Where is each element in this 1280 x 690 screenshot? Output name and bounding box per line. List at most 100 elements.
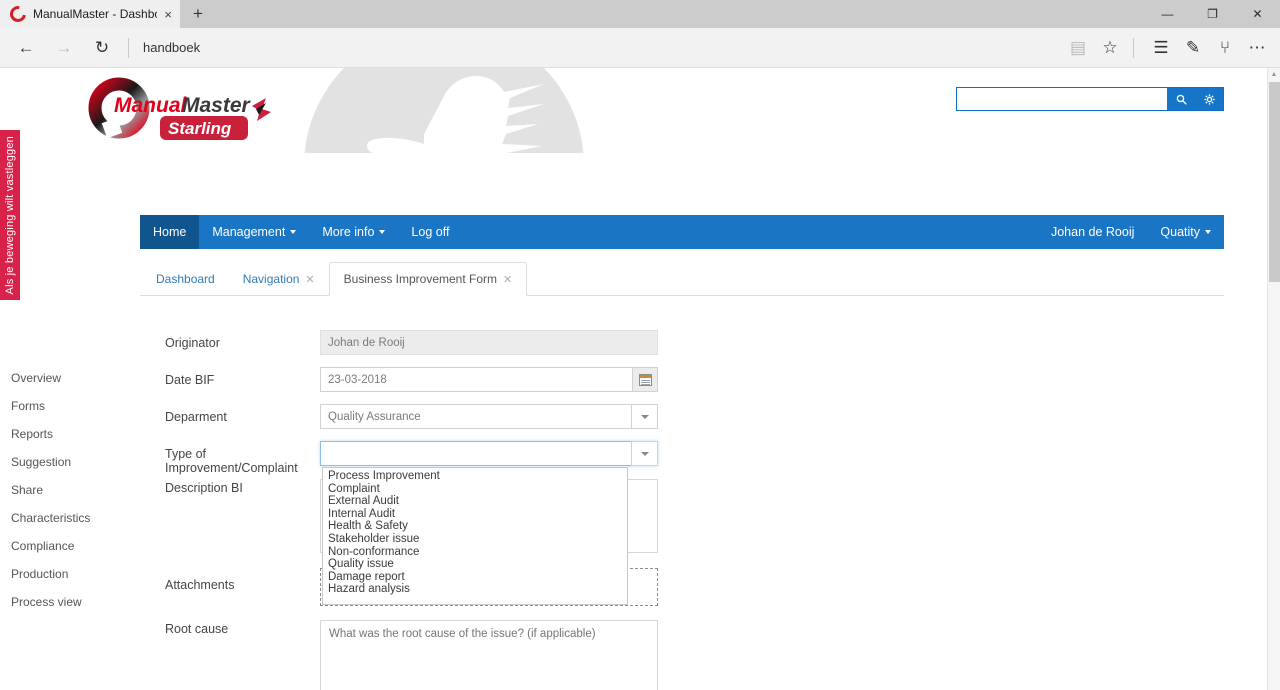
date-bif-input[interactable] [320, 367, 633, 392]
manualmaster-logo[interactable]: Manual Master Starling [86, 76, 296, 144]
site-header: Manual Master Starling [76, 68, 1224, 153]
sidebar-item-compliance-label: Compliance [11, 539, 75, 553]
dropdown-option[interactable]: Quality issue [323, 558, 627, 571]
chevron-down-icon-3 [1205, 230, 1211, 234]
nav-item-log-off-label: Log off [411, 225, 450, 239]
dropdown-option[interactable]: Process Improvement [323, 470, 627, 483]
nav-item-log-off[interactable]: Log off [398, 215, 462, 249]
dropdown-option[interactable]: Stakeholder issue [323, 533, 627, 546]
browser-tab[interactable]: ManualMaster - Dashbo × [0, 0, 180, 28]
sidebar-item-suggestion[interactable]: Suggestion [0, 448, 140, 476]
new-tab-button[interactable]: + [180, 0, 216, 28]
side-feedback-tab-label: Als je beweging wilt vastleggen [4, 135, 16, 295]
sidebar-item-overview[interactable]: Overview [0, 364, 140, 392]
dropdown-option[interactable]: Health & Safety [323, 520, 627, 533]
more-options-icon[interactable]: ⋯ [1242, 32, 1272, 64]
field-type-improvement: Type of Improvement/Complaint Process Im… [140, 441, 1224, 605]
reload-icon[interactable]: ↻ [84, 32, 120, 64]
search-settings-gear-icon[interactable] [1195, 88, 1223, 110]
nav-item-more-info[interactable]: More info [309, 215, 398, 249]
page-scrollbar[interactable]: ▲ [1267, 68, 1280, 690]
dropdown-option[interactable]: Hazard analysis [323, 583, 627, 596]
browser-toolbar: ← → ↻ handboek ▤ ☆ ☰ ✎ ⑂ ⋯ [0, 28, 1280, 68]
nav-item-management[interactable]: Management [199, 215, 309, 249]
sidebar-item-reports[interactable]: Reports [0, 420, 140, 448]
tab-business-improvement-form-label: Business Improvement Form [343, 272, 498, 286]
type-improvement-chevron-down-icon[interactable] [631, 441, 658, 466]
favorite-star-icon[interactable]: ☆ [1095, 32, 1125, 64]
web-notes-icon[interactable]: ✎ [1178, 32, 1208, 64]
department-chevron-down-icon[interactable] [631, 404, 658, 429]
dropdown-option[interactable]: External Audit [323, 495, 627, 508]
sidebar-item-reports-label: Reports [11, 427, 54, 441]
nav-user-name[interactable]: Johan de Rooij [1038, 215, 1147, 249]
svg-text:Master: Master [182, 94, 252, 117]
field-date-bif-label: Date BIF [165, 373, 215, 387]
minimize-button[interactable]: — [1145, 0, 1190, 28]
side-feedback-tab[interactable]: Als je beweging wilt vastleggen [0, 130, 20, 300]
forward-icon[interactable]: → [46, 32, 82, 64]
department-select[interactable] [320, 404, 658, 429]
field-originator: Originator [140, 330, 1224, 355]
dropdown-option[interactable]: Damage report [323, 571, 627, 584]
nav-item-home[interactable]: Home [140, 215, 200, 249]
sidebar-item-process-view[interactable]: Process view [0, 588, 140, 616]
browser-tab-close-icon[interactable]: × [164, 8, 172, 21]
back-icon[interactable]: ← [8, 32, 44, 64]
scroll-up-icon[interactable]: ▲ [1268, 68, 1280, 81]
field-department-control [320, 404, 658, 429]
field-root-cause-label: Root cause [165, 622, 229, 636]
site-search [956, 87, 1224, 111]
field-attachments: Attachments [140, 568, 1224, 606]
sidebar-item-process-view-label: Process view [11, 595, 82, 609]
sidebar-item-compliance[interactable]: Compliance [0, 532, 140, 560]
sidebar-item-production-label: Production [11, 567, 69, 581]
dropdown-option[interactable]: Internal Audit [323, 508, 627, 521]
toolbar-actions: ▤ ☆ ☰ ✎ ⑂ ⋯ [1063, 32, 1272, 64]
browser-tab-title: ManualMaster - Dashbo [33, 7, 158, 21]
restore-button[interactable]: ❐ [1190, 0, 1235, 28]
root-cause-textarea[interactable] [320, 620, 658, 690]
type-improvement-input[interactable] [320, 441, 658, 466]
sidebar-item-characteristics[interactable]: Characteristics [0, 504, 140, 532]
tab-business-improvement-form[interactable]: Business Improvement Form ✕ [328, 262, 528, 296]
sidebar-item-share-label: Share [11, 483, 44, 497]
tab-dashboard[interactable]: Dashboard [142, 262, 229, 296]
calendar-icon[interactable] [632, 367, 658, 392]
field-root-cause-control [320, 620, 658, 690]
business-improvement-form: Originator Date BIF Deparment [140, 330, 1224, 690]
dropdown-option[interactable]: Non-conformance [323, 546, 627, 559]
nav-org-label: Quatity [1160, 225, 1200, 239]
dropdown-option[interactable]: Complaint [323, 483, 627, 496]
browser-window: ManualMaster - Dashbo × + — ❐ ✕ ← → ↻ ha… [0, 0, 1280, 690]
field-department-label: Deparment [165, 410, 227, 424]
field-root-cause: Root cause [140, 620, 1224, 690]
browser-tabstrip: ManualMaster - Dashbo × + — ❐ ✕ [0, 0, 1280, 28]
toolbar-divider [128, 37, 129, 58]
sidebar-item-forms[interactable]: Forms [0, 392, 140, 420]
nav-user-name-label: Johan de Rooij [1050, 225, 1135, 239]
scrollbar-thumb[interactable] [1269, 82, 1280, 282]
page-content: Als je beweging wilt vastleggen Manual M… [0, 68, 1280, 690]
sidebar-item-share[interactable]: Share [0, 476, 140, 504]
search-icon[interactable] [1167, 88, 1195, 110]
field-date-bif-control [320, 367, 658, 392]
reading-view-icon[interactable]: ▤ [1063, 32, 1093, 64]
sidebar-item-production[interactable]: Production [0, 560, 140, 588]
originator-input [320, 330, 658, 355]
nav-org-selector[interactable]: Quatity [1147, 215, 1224, 249]
sidebar-menu: Overview Forms Reports Suggestion Share … [0, 364, 140, 616]
tab-dashboard-label: Dashboard [156, 272, 215, 286]
tab-navigation[interactable]: Navigation ✕ [229, 262, 329, 296]
field-originator-label: Originator [165, 336, 220, 350]
field-description-bi: Description BI [140, 479, 1224, 558]
sidebar-item-suggestion-label: Suggestion [11, 455, 72, 469]
search-input[interactable] [957, 88, 1167, 110]
hub-icon[interactable]: ☰ [1146, 32, 1176, 64]
tab-navigation-close-icon[interactable]: ✕ [305, 273, 314, 286]
close-window-button[interactable]: ✕ [1235, 0, 1280, 28]
share-icon[interactable]: ⑂ [1210, 32, 1240, 64]
tab-business-improvement-form-close-icon[interactable]: ✕ [503, 273, 512, 286]
tab-navigation-label: Navigation [242, 272, 300, 286]
address-input[interactable]: handboek [141, 33, 1061, 63]
